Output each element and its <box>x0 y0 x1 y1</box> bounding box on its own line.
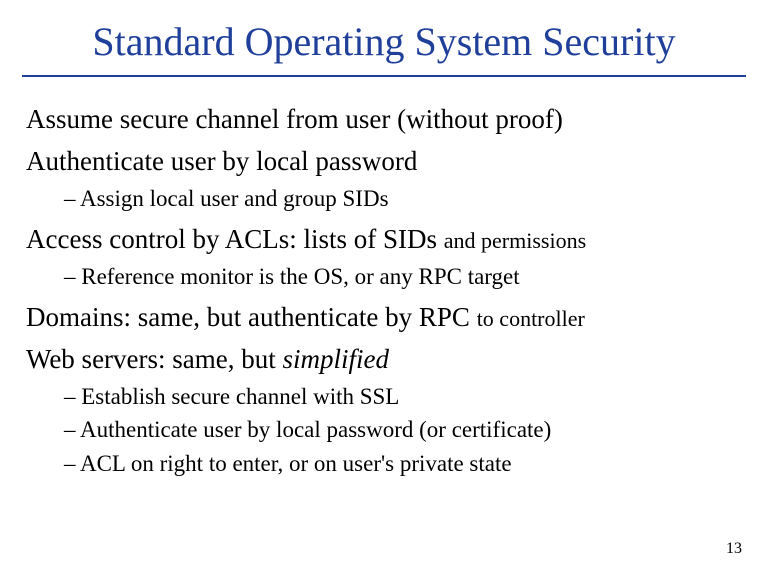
bullet-sub: Assign local user and group SIDs <box>82 182 746 215</box>
bullet-main: Access control by ACLs: lists of SIDs an… <box>26 221 746 257</box>
bullet-sub: Reference monitor is the OS, or any RPC … <box>82 260 746 293</box>
bullet-main: Authenticate user by local password <box>26 143 746 179</box>
slide-body: Assume secure channel from user (without… <box>22 101 746 480</box>
page-number: 13 <box>726 540 742 558</box>
bullet-sub: ACL on right to enter, or on user's priv… <box>82 447 746 480</box>
bullet-sub: Authenticate user by local password (or … <box>82 413 746 446</box>
bullet-main: Assume secure channel from user (without… <box>26 101 746 137</box>
bullet-sub: Establish secure channel with SSL <box>82 380 746 413</box>
slide-title: Standard Operating System Security <box>22 18 746 77</box>
bullet-main: Web servers: same, but simplified <box>26 341 746 377</box>
bullet-main: Domains: same, but authenticate by RPC t… <box>26 299 746 335</box>
